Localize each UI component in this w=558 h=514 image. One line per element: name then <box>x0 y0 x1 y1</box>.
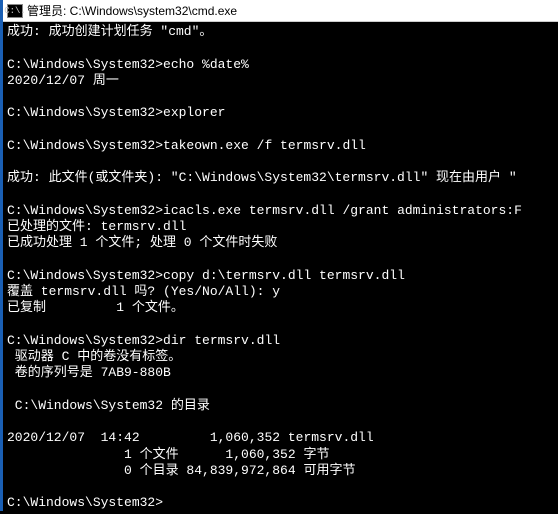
terminal-output[interactable]: 成功: 成功创建计划任务 "cmd"。 C:\Windows\System32>… <box>3 22 558 514</box>
window-title: 管理员: C:\Windows\system32\cmd.exe <box>27 2 237 19</box>
cmd-icon: C:\. <box>7 4 23 18</box>
window-titlebar[interactable]: C:\. 管理员: C:\Windows\system32\cmd.exe <box>3 0 558 22</box>
